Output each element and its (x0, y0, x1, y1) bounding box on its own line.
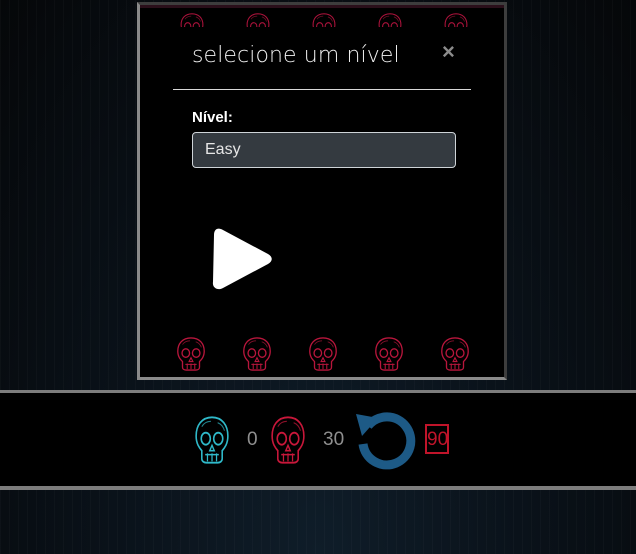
cyan-skull-icon (195, 416, 229, 464)
red-skull-icon (374, 337, 404, 371)
red-skull-icon (178, 13, 206, 27)
game-board: selecione um nível × Nível: Easy (137, 2, 507, 380)
board-top-edge (140, 5, 504, 8)
red-skull-icon (440, 337, 470, 371)
level-select[interactable]: Easy (192, 132, 456, 168)
close-icon[interactable]: × (442, 41, 462, 63)
hud-bar (0, 393, 636, 487)
red-skull-icon (242, 337, 272, 371)
red-skull-icon (442, 13, 470, 27)
player-score: 0 (247, 429, 258, 450)
hud-bottom-border (0, 486, 636, 490)
play-icon[interactable] (204, 227, 276, 291)
level-label: Nível: (192, 109, 233, 126)
red-skull-icon (244, 13, 272, 27)
modal-divider (173, 89, 471, 90)
red-skull-icon (310, 13, 338, 27)
red-skull-icon (271, 416, 305, 464)
red-skull-icon (376, 13, 404, 27)
red-skull-icon (176, 337, 206, 371)
enemy-score: 30 (323, 429, 345, 450)
modal-title: selecione um nível (192, 43, 400, 68)
timer-box: 90 (425, 424, 449, 454)
red-skull-icon (308, 337, 338, 371)
restart-icon[interactable] (354, 408, 418, 472)
